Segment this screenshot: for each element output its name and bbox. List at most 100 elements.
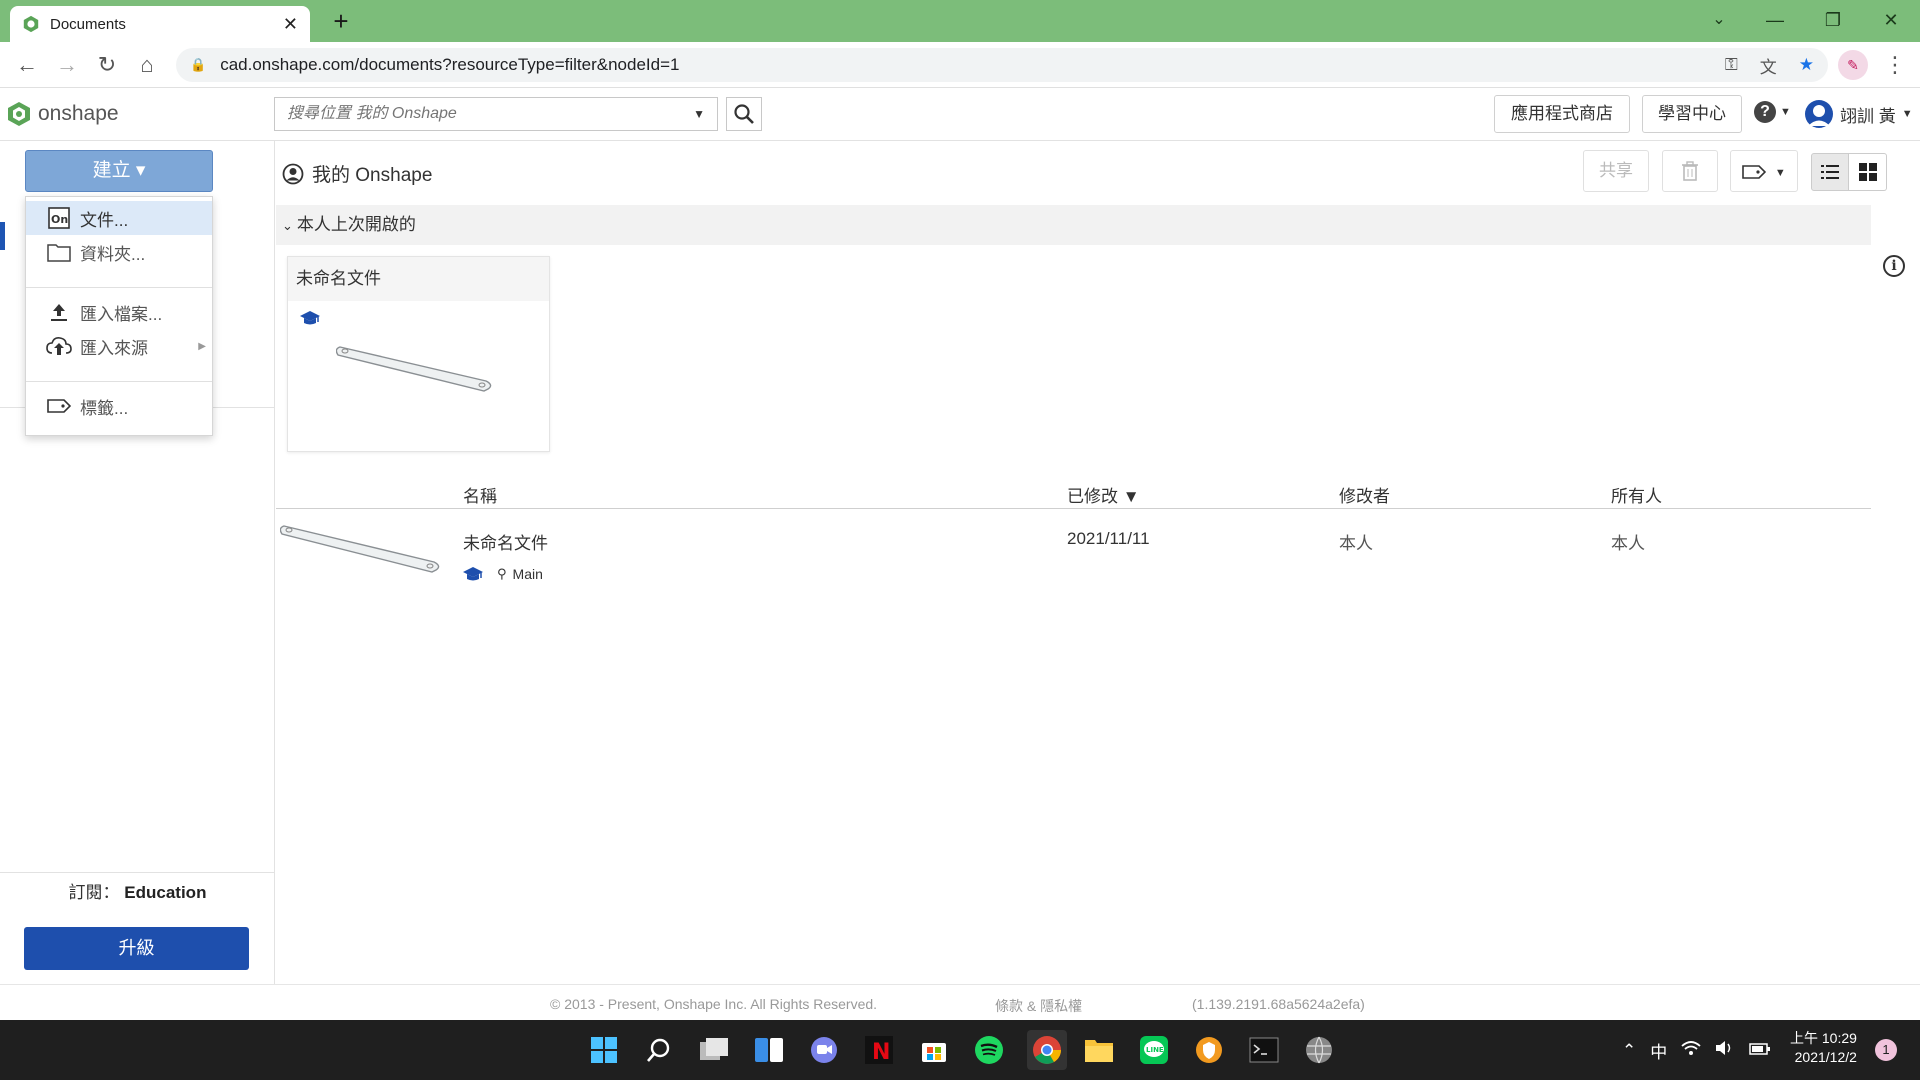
search-box[interactable]: ▼: [274, 97, 718, 131]
help-menu[interactable]: ? ▼: [1754, 101, 1791, 123]
education-cap-icon: [463, 567, 483, 581]
onshape-logo[interactable]: onshape: [6, 101, 119, 127]
info-icon[interactable]: i: [1883, 255, 1905, 277]
grid-view-button[interactable]: [1849, 153, 1887, 191]
search-input[interactable]: [287, 105, 694, 123]
translate-icon[interactable]: 文: [1760, 53, 1777, 78]
column-header-name[interactable]: 名稱: [463, 482, 497, 507]
svg-text:N: N: [872, 1040, 890, 1064]
browser-menu-icon[interactable]: ⋮: [1880, 50, 1910, 80]
chevron-down-icon: ▼: [1780, 106, 1791, 118]
column-header-modified[interactable]: 已修改 ▼: [1067, 482, 1140, 507]
start-windows-icon[interactable]: [587, 1033, 621, 1067]
logo-text: onshape: [38, 102, 119, 125]
key-icon[interactable]: ⚿: [1725, 55, 1738, 75]
extension-icon[interactable]: ✎: [1838, 50, 1868, 80]
minimize-button[interactable]: —: [1752, 4, 1798, 36]
document-owner: 本人: [1611, 534, 1645, 553]
list-view-icon: [1821, 165, 1839, 179]
help-icon: ?: [1754, 101, 1776, 123]
reload-icon[interactable]: ↻: [92, 50, 122, 80]
chevron-down-icon: ▼: [1774, 167, 1786, 179]
footer: © 2013 - Present, Onshape Inc. All Right…: [0, 984, 1920, 1020]
chevron-right-icon: ▶: [198, 340, 206, 352]
notification-badge[interactable]: 1: [1875, 1039, 1897, 1061]
url-text[interactable]: cad.onshape.com/documents?resourceType=f…: [220, 55, 1703, 75]
document-name[interactable]: 未命名文件: [463, 529, 548, 554]
menu-item-label: 匯入來源: [80, 338, 148, 358]
battery-icon[interactable]: [1749, 1041, 1771, 1061]
home-icon[interactable]: ⌂: [132, 50, 162, 80]
app-store-button[interactable]: 應用程式商店: [1494, 95, 1630, 133]
menu-item-folder[interactable]: 資料夾...: [26, 235, 212, 269]
menu-item-document[interactable]: On 文件...: [26, 201, 212, 235]
tag-icon: [1742, 164, 1767, 179]
delete-button[interactable]: [1662, 150, 1718, 192]
tab-title: Documents: [50, 15, 126, 33]
restore-button[interactable]: ❐: [1810, 4, 1856, 36]
close-window-button[interactable]: ✕: [1868, 4, 1914, 36]
vpn-shield-icon[interactable]: [1192, 1033, 1226, 1067]
education-cap-icon: [300, 311, 320, 325]
search-scope-dropdown-icon[interactable]: ▼: [693, 107, 705, 121]
widgets-icon[interactable]: [752, 1033, 786, 1067]
line-app-icon[interactable]: LINE: [1137, 1033, 1171, 1067]
subscription-value: Education: [124, 883, 207, 902]
user-menu[interactable]: 翊訓 黃 ▼: [1804, 99, 1913, 129]
create-button[interactable]: 建立 ▾: [25, 150, 213, 192]
onshape-logo-icon: [8, 102, 30, 126]
card-title: 未命名文件: [288, 257, 549, 301]
address-bar[interactable]: 🔒 cad.onshape.com/documents?resourceType…: [176, 48, 1828, 82]
globe-app-icon[interactable]: [1302, 1033, 1336, 1067]
wifi-icon[interactable]: [1681, 1040, 1701, 1061]
volume-icon[interactable]: [1715, 1040, 1735, 1061]
forward-arrow-icon[interactable]: →: [52, 50, 82, 80]
terms-link[interactable]: 條款 & 隱私權: [995, 996, 1082, 1016]
onshape-favicon-icon: [23, 15, 39, 33]
copyright-text: © 2013 - Present, Onshape Inc. All Right…: [550, 996, 878, 1012]
upload-icon: [51, 304, 67, 321]
column-header-owner[interactable]: 所有人: [1611, 482, 1662, 507]
menu-item-label: 標籤...: [80, 398, 129, 418]
subscription-label: 訂閱：: [68, 883, 120, 902]
recent-document-card[interactable]: 未命名文件: [287, 256, 550, 452]
bookmark-star-icon[interactable]: ★: [1799, 55, 1814, 75]
browser-tab[interactable]: Documents ✕: [10, 6, 310, 42]
recent-section-header[interactable]: ⌄ 本人上次開啟的: [276, 205, 1871, 245]
teams-chat-icon[interactable]: [807, 1033, 841, 1067]
file-explorer-icon[interactable]: [1082, 1033, 1116, 1067]
microsoft-store-icon[interactable]: [917, 1033, 951, 1067]
document-modified-by: 本人: [1339, 534, 1373, 553]
menu-item-label-tag[interactable]: 標籤...: [26, 389, 212, 423]
search-icon[interactable]: [642, 1033, 676, 1067]
netflix-icon[interactable]: N: [862, 1033, 896, 1067]
table-header-divider: [276, 508, 1871, 509]
system-tray: ⌃ 中: [1622, 1038, 1785, 1063]
input-method-indicator[interactable]: 中: [1650, 1038, 1667, 1063]
create-dropdown-menu: On 文件... 資料夾... 匯入檔案... 匯入來源 ▶ 標籤...: [25, 196, 213, 436]
chrome-icon[interactable]: [1027, 1030, 1067, 1070]
share-button[interactable]: 共享: [1583, 150, 1649, 192]
learning-center-button[interactable]: 學習中心: [1642, 95, 1742, 133]
label-dropdown-button[interactable]: ▼: [1730, 150, 1798, 192]
system-clock[interactable]: 上午 10:29 2021/12/2: [1790, 1029, 1857, 1067]
tab-search-icon[interactable]: ⌄: [1696, 4, 1742, 36]
document-icon: On: [48, 207, 70, 229]
upgrade-button[interactable]: 升級: [24, 927, 249, 970]
tag-icon: [47, 399, 71, 413]
list-view-button[interactable]: [1811, 153, 1849, 191]
new-tab-button[interactable]: +: [325, 6, 357, 36]
spotify-icon[interactable]: [972, 1033, 1006, 1067]
task-view-icon[interactable]: [697, 1033, 731, 1067]
search-button[interactable]: [726, 97, 762, 131]
menu-item-import-file[interactable]: 匯入檔案...: [26, 295, 212, 329]
tab-close-icon[interactable]: ✕: [283, 14, 298, 35]
column-header-modified-by[interactable]: 修改者: [1339, 482, 1390, 507]
menu-item-import-from[interactable]: 匯入來源 ▶: [26, 329, 212, 363]
menu-divider: [26, 381, 212, 382]
chevron-down-icon: ▼: [1901, 108, 1913, 120]
terminal-icon[interactable]: [1247, 1033, 1281, 1067]
back-arrow-icon[interactable]: ←: [12, 50, 42, 80]
chevron-up-icon[interactable]: ⌃: [1622, 1041, 1636, 1061]
branch-name: Main: [512, 566, 543, 582]
